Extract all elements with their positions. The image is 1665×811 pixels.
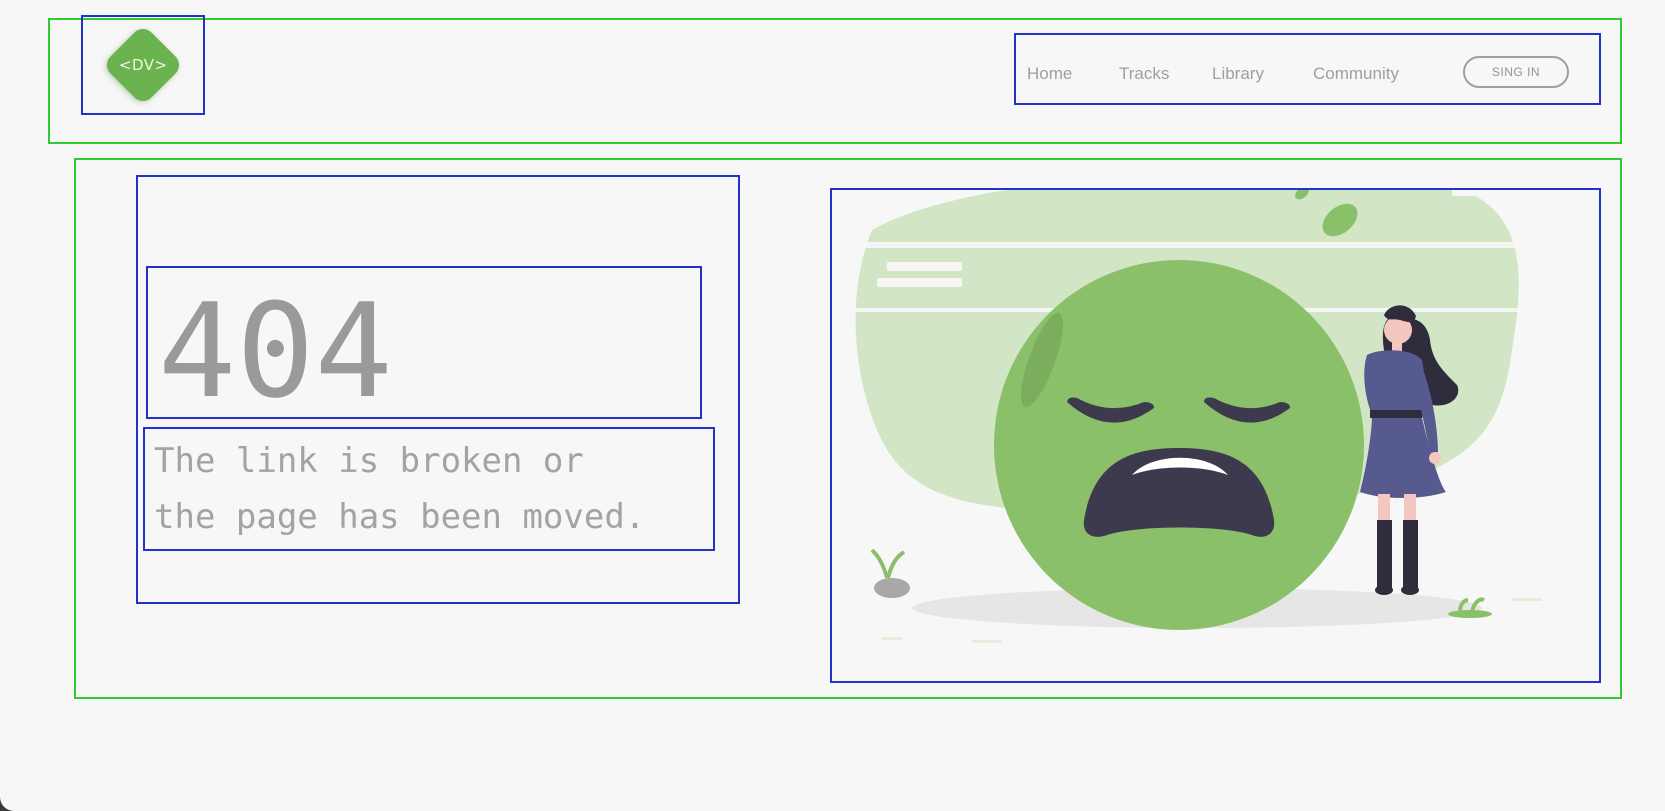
page: <DV> Home Tracks Library Community SING … [0, 0, 1665, 811]
streak [852, 242, 1552, 248]
emoji-face [994, 260, 1364, 630]
streak [887, 262, 962, 271]
error-message-container: The link is broken or the page has been … [143, 427, 715, 551]
streak [877, 278, 962, 287]
logo-link[interactable]: <DV> [81, 15, 205, 115]
sign-in-button[interactable]: SING IN [1463, 56, 1569, 88]
ground-speck [882, 637, 902, 640]
error-code: 404 [158, 275, 393, 427]
error-code-container: 404 [146, 266, 702, 419]
logo-icon: <DV> [101, 23, 185, 107]
illustration-container [830, 188, 1601, 683]
ground-speck [972, 640, 1002, 643]
logo-text: <DV> [118, 56, 168, 74]
nav-link-community[interactable]: Community [1313, 64, 1399, 84]
sad-emoji-illustration [852, 190, 1552, 643]
ground-speck [1512, 598, 1542, 601]
streak [1452, 190, 1507, 196]
nav-link-tracks[interactable]: Tracks [1119, 64, 1169, 84]
nav-link-home[interactable]: Home [1027, 64, 1072, 84]
error-message: The link is broken or the page has been … [154, 441, 646, 537]
nav-link-library[interactable]: Library [1212, 64, 1264, 84]
plant-icon-left [870, 548, 910, 598]
